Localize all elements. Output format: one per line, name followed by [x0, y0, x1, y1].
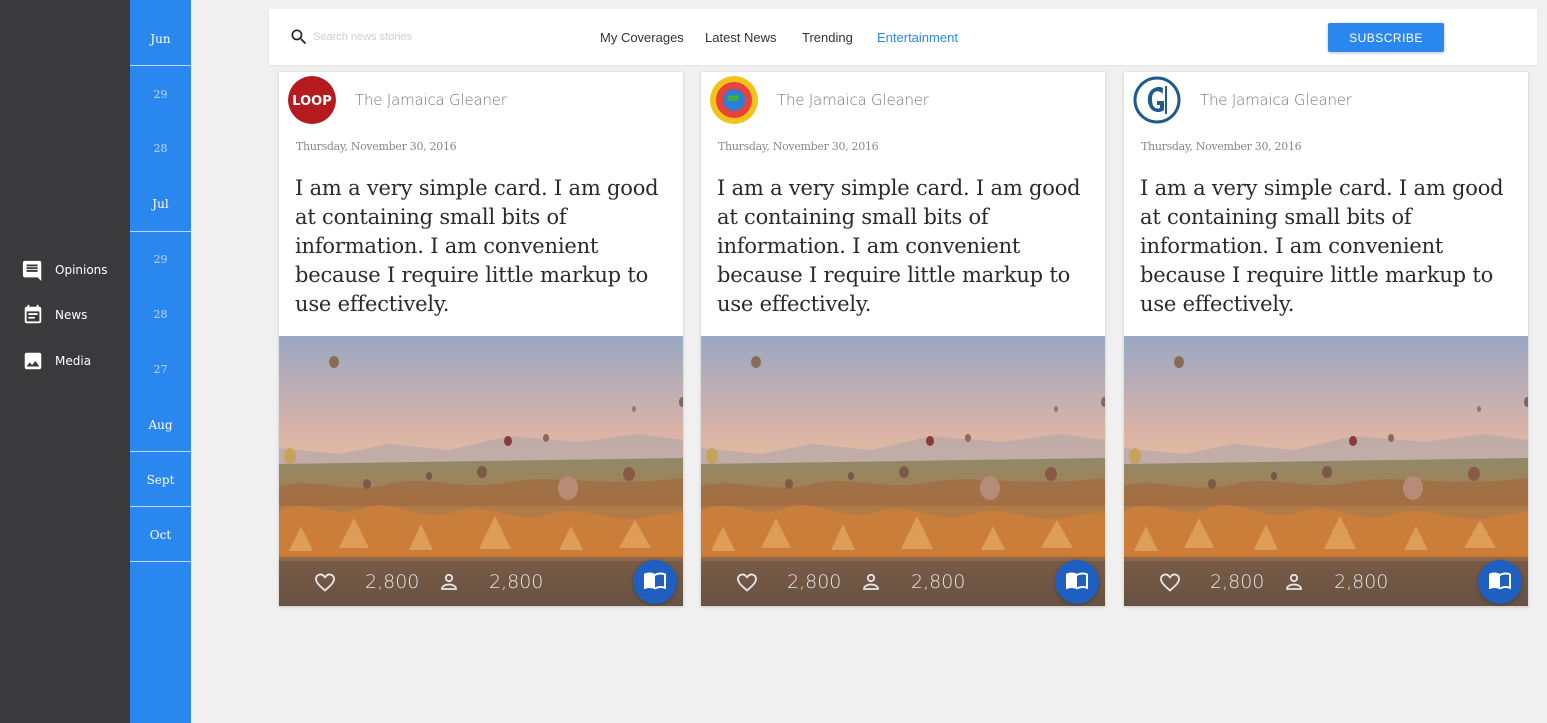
- timeline-month-oct[interactable]: Oct: [130, 507, 191, 562]
- person-icon: [437, 570, 461, 594]
- calendar-icon: [22, 304, 44, 326]
- timeline: Jun 29 28 Jul 29 28 27 Aug Sept Oct: [130, 0, 191, 723]
- followers-count: 2,800: [911, 571, 966, 593]
- nav-entertainment[interactable]: Entertainment: [877, 9, 958, 65]
- timeline-month-jun[interactable]: Jun: [130, 11, 191, 66]
- card-text: I am a very simple card. I am good at co…: [1140, 176, 1504, 316]
- heart-icon[interactable]: [735, 570, 759, 594]
- globe-logo: [710, 76, 758, 124]
- followers-count: 2,800: [489, 571, 544, 593]
- heart-icon[interactable]: [313, 570, 337, 594]
- timeline-day[interactable]: 27: [130, 342, 191, 397]
- likes-count: 2,800: [1210, 571, 1265, 593]
- sidebar-item-label: Media: [55, 354, 92, 368]
- search-input[interactable]: [313, 25, 543, 49]
- read-button[interactable]: [1478, 560, 1522, 604]
- timeline-month-sept[interactable]: Sept: [130, 452, 191, 507]
- book-icon: [1488, 568, 1512, 597]
- timeline-day[interactable]: 29: [130, 67, 191, 122]
- nav-trending[interactable]: Trending: [802, 9, 853, 65]
- sidebar-item-media[interactable]: Media: [22, 350, 91, 372]
- person-icon: [859, 570, 883, 594]
- news-card[interactable]: The Jamaica Gleaner Thursday, November 3…: [701, 72, 1105, 606]
- card-source[interactable]: The Jamaica Gleaner: [1200, 91, 1352, 109]
- search-icon[interactable]: [289, 27, 309, 47]
- timeline-divider: [130, 65, 191, 66]
- read-button[interactable]: [633, 560, 677, 604]
- timeline-month-aug[interactable]: Aug: [130, 397, 191, 452]
- timeline-day[interactable]: 28: [130, 287, 191, 342]
- person-icon: [1282, 570, 1306, 594]
- subscribe-button[interactable]: SUBSCRIBE: [1328, 23, 1444, 52]
- followers-count: 2,800: [1334, 571, 1389, 593]
- card-text: I am a very simple card. I am good at co…: [295, 176, 659, 316]
- gleaner-logo: [1133, 76, 1181, 124]
- timeline-day[interactable]: 28: [130, 121, 191, 176]
- book-icon: [643, 568, 667, 597]
- chat-icon: [22, 259, 44, 281]
- card-date: Thursday, November 30, 2016: [1141, 140, 1302, 153]
- card-source[interactable]: The Jamaica Gleaner: [355, 91, 507, 109]
- heart-icon[interactable]: [1158, 570, 1182, 594]
- timeline-divider: [130, 561, 191, 562]
- news-card[interactable]: The Jamaica Gleaner Thursday, November 3…: [1124, 72, 1528, 606]
- card-footer: 2,800 2,800: [1124, 557, 1528, 606]
- card-footer: 2,800 2,800: [701, 557, 1105, 606]
- timeline-month-jul[interactable]: Jul: [130, 176, 191, 231]
- card-date: Thursday, November 30, 2016: [296, 140, 457, 153]
- card-date: Thursday, November 30, 2016: [718, 140, 879, 153]
- sidebar-item-news[interactable]: News: [22, 304, 87, 326]
- read-button[interactable]: [1055, 560, 1099, 604]
- card-text: I am a very simple card. I am good at co…: [717, 176, 1081, 316]
- timeline-day[interactable]: 29: [130, 232, 191, 287]
- sidebar-item-label: Opinions: [55, 263, 108, 277]
- loop-logo-text: LOOP: [292, 94, 331, 109]
- likes-count: 2,800: [365, 571, 420, 593]
- loop-logo: LOOP: [288, 76, 336, 124]
- sidebar: Opinions News Media: [0, 0, 130, 723]
- book-icon: [1065, 568, 1089, 597]
- news-card[interactable]: LOOP The Jamaica Gleaner Thursday, Novem…: [279, 72, 683, 606]
- image-icon: [22, 350, 44, 372]
- top-bar: My Coverages Latest News Trending Entert…: [269, 9, 1537, 65]
- card-source[interactable]: The Jamaica Gleaner: [777, 91, 929, 109]
- nav-my-coverages[interactable]: My Coverages: [600, 9, 684, 65]
- likes-count: 2,800: [787, 571, 842, 593]
- nav-latest-news[interactable]: Latest News: [705, 9, 777, 65]
- sidebar-item-label: News: [55, 308, 88, 322]
- card-footer: 2,800 2,800: [279, 557, 683, 606]
- sidebar-item-opinions[interactable]: Opinions: [22, 259, 108, 281]
